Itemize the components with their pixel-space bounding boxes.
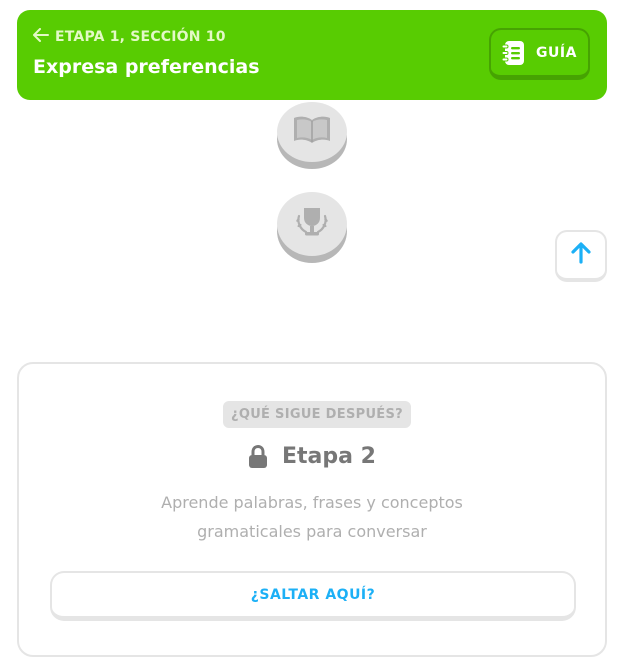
scroll-up-button[interactable] (555, 230, 607, 282)
unit-title: Expresa preferencias (33, 56, 260, 78)
arrow-left-icon (33, 28, 55, 46)
next-stage-card: ¿QUÉ SIGUE DESPUÉS? Etapa 2 Aprende pala… (17, 362, 607, 657)
lesson-node-trophy[interactable] (277, 192, 347, 256)
trophy-icon (292, 202, 332, 246)
back-button[interactable]: ETAPA 1, SECCIÓN 10 (33, 28, 226, 46)
lesson-node-book[interactable] (277, 102, 347, 162)
guide-button[interactable]: GUÍA (489, 28, 590, 80)
next-badge: ¿QUÉ SIGUE DESPUÉS? (223, 401, 411, 428)
notebook-icon (502, 40, 526, 66)
section-label: ETAPA 1, SECCIÓN 10 (55, 29, 226, 45)
arrow-up-icon (571, 242, 591, 268)
unit-header: ETAPA 1, SECCIÓN 10 Expresa preferencias… (17, 10, 607, 100)
lock-icon (248, 444, 268, 469)
stage-heading: Etapa 2 (19, 444, 605, 469)
book-icon (291, 114, 333, 150)
stage-title: Etapa 2 (282, 444, 376, 469)
jump-here-button[interactable]: ¿SALTAR AQUÍ? (50, 571, 576, 621)
guide-label: GUÍA (536, 44, 577, 61)
stage-description: Aprende palabras, frases y conceptos gra… (161, 493, 463, 541)
page: ETAPA 1, SECCIÓN 10 Expresa preferencias… (0, 0, 629, 666)
